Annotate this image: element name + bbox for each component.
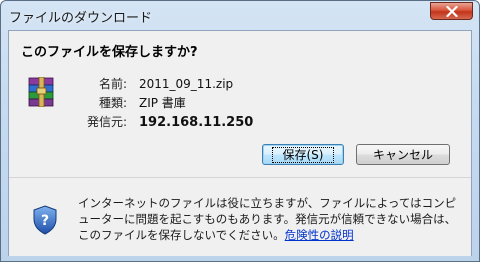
winrar-archive-icon xyxy=(28,77,54,107)
file-name-label: 名前: xyxy=(98,77,127,91)
security-warning-text: インターネットのファイルは役に立ちますが、ファイルによってはコンピューターに問題… xyxy=(78,195,463,243)
window-title: ファイルのダウンロード xyxy=(9,11,153,26)
save-button[interactable]: 保存(S) xyxy=(262,144,344,165)
file-name-value: 2011_09_11.zip xyxy=(139,77,234,91)
security-warning-panel: ? インターネットのファイルは役に立ちますが、ファイルによってはコンピューターに… xyxy=(9,178,471,256)
file-source-label: 発信元: xyxy=(86,115,127,129)
title-bar[interactable]: ファイルのダウンロード xyxy=(1,1,479,31)
download-dialog-window: ファイルのダウンロード このファイルを保存しますか? 名前: 2011_09_1… xyxy=(0,0,480,262)
file-source-row: 発信元: 192.168.11.250 xyxy=(69,113,253,130)
dialog-body: このファイルを保存しますか? 名前: 2011_09_11.zip 種類: ZI… xyxy=(8,30,472,256)
save-button-label: 保存(S) xyxy=(271,146,335,163)
file-type-label: 種類: xyxy=(98,96,127,110)
file-name-row: 名前: 2011_09_11.zip xyxy=(69,75,233,92)
svg-text:?: ? xyxy=(41,213,49,229)
warning-message: インターネットのファイルは役に立ちますが、ファイルによってはコンピューターに問題… xyxy=(78,196,457,242)
security-shield-icon: ? xyxy=(33,205,57,235)
cancel-button[interactable]: キャンセル xyxy=(356,144,450,165)
risk-explanation-link[interactable]: 危険性の説明 xyxy=(285,228,354,242)
close-icon xyxy=(445,5,458,17)
save-question: このファイルを保存しますか? xyxy=(21,45,198,60)
file-source-value: 192.168.11.250 xyxy=(139,115,254,130)
close-button[interactable] xyxy=(430,2,473,20)
file-type-row: 種類: ZIP 書庫 xyxy=(69,94,186,111)
file-type-value: ZIP 書庫 xyxy=(139,96,186,110)
cancel-button-label: キャンセル xyxy=(372,148,433,162)
